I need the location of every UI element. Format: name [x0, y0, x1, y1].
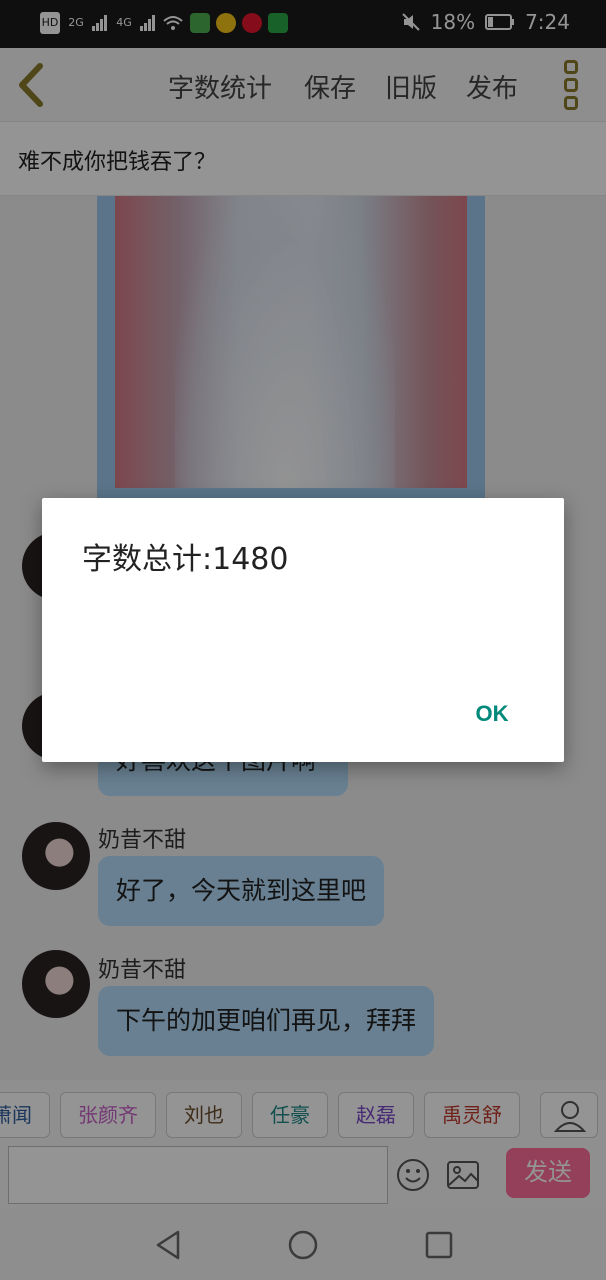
- dialog-message: 字数总计:1480: [82, 542, 289, 577]
- word-count-dialog: 字数总计:1480 OK: [42, 498, 564, 762]
- dialog-ok-button[interactable]: OK: [462, 694, 522, 734]
